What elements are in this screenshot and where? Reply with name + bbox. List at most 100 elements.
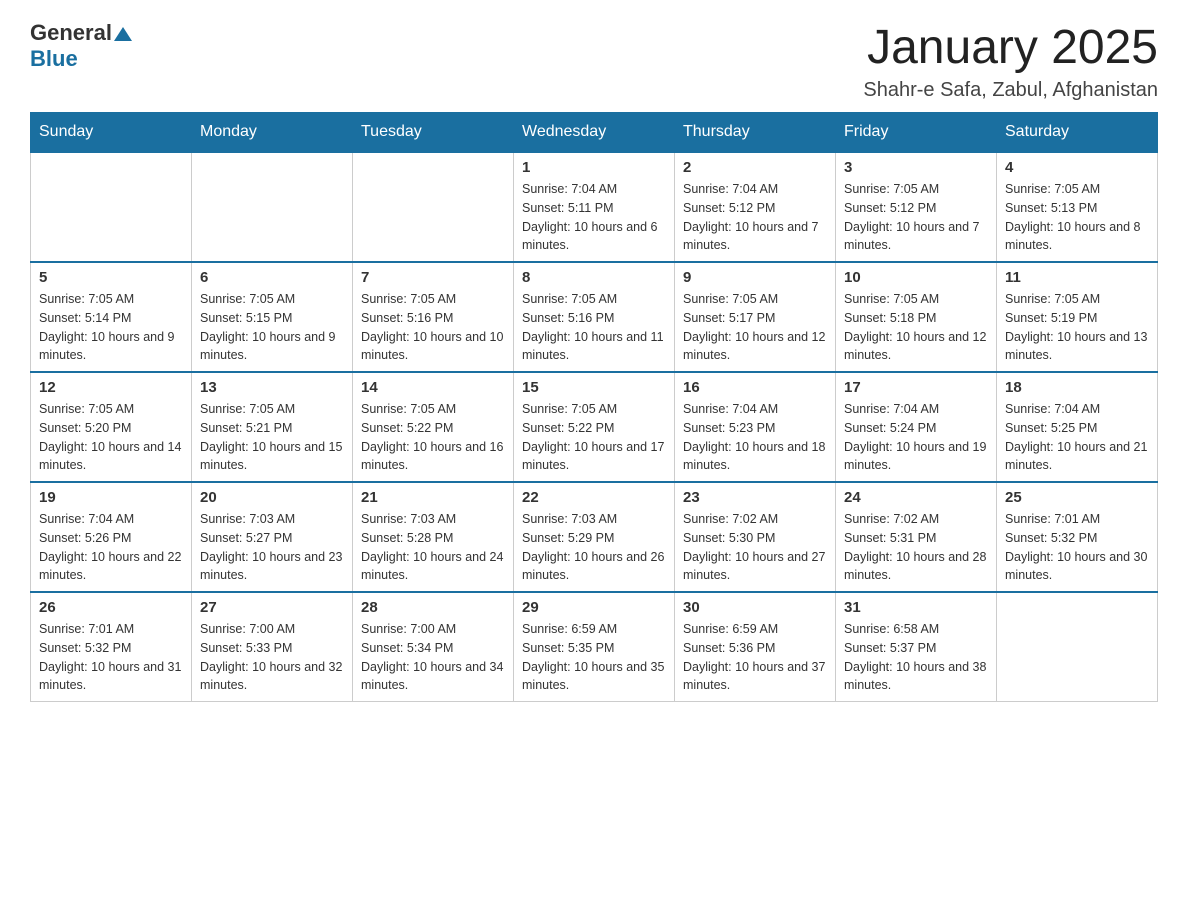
day-number: 22 <box>522 489 666 506</box>
day-number: 3 <box>844 159 988 176</box>
day-info: Sunrise: 7:05 AM Sunset: 5:18 PM Dayligh… <box>844 290 988 365</box>
week-row-5: 26 Sunrise: 7:01 AM Sunset: 5:32 PM Dayli… <box>31 592 1158 702</box>
calendar-cell: 30Sunrise: 6:59 AM Sunset: 5:36 PM Dayli… <box>675 592 836 702</box>
day-info: Sunrise: 7:05 AM Sunset: 5:12 PM Dayligh… <box>844 180 988 255</box>
calendar-cell: 5 Sunrise: 7:05 AM Sunset: 5:14 PM Daylig… <box>31 262 192 372</box>
day-number: 19 <box>39 489 183 506</box>
calendar-cell: 16 Sunrise: 7:04 AM Sunset: 5:23 PM Dayli… <box>675 372 836 482</box>
header-monday: Monday <box>192 113 353 153</box>
calendar-cell: 9 Sunrise: 7:05 AM Sunset: 5:17 PM Daylig… <box>675 262 836 372</box>
day-info: Sunrise: 7:05 AM Sunset: 5:17 PM Dayligh… <box>683 290 827 365</box>
day-number: 17 <box>844 379 988 396</box>
calendar-cell: 28Sunrise: 7:00 AM Sunset: 5:34 PM Dayli… <box>353 592 514 702</box>
calendar-cell: 25Sunrise: 7:01 AM Sunset: 5:32 PM Dayli… <box>997 482 1158 592</box>
day-info: Sunrise: 7:01 AM Sunset: 5:32 PM Dayligh… <box>39 620 183 695</box>
day-number: 18 <box>1005 379 1149 396</box>
day-number: 2 <box>683 159 827 176</box>
week-row-1: 1 Sunrise: 7:04 AM Sunset: 5:11 PM Daylig… <box>31 152 1158 262</box>
calendar-cell: 14 Sunrise: 7:05 AM Sunset: 5:22 PM Dayli… <box>353 372 514 482</box>
logo-text-general: General <box>30 20 112 46</box>
calendar-table: SundayMondayTuesdayWednesdayThursdayFrid… <box>30 112 1158 702</box>
day-number: 6 <box>200 269 344 286</box>
calendar-cell: 20Sunrise: 7:03 AM Sunset: 5:27 PM Dayli… <box>192 482 353 592</box>
day-info: Sunrise: 7:05 AM Sunset: 5:16 PM Dayligh… <box>522 290 666 365</box>
calendar-cell: 13Sunrise: 7:05 AM Sunset: 5:21 PM Dayli… <box>192 372 353 482</box>
calendar-cell: 12 Sunrise: 7:05 AM Sunset: 5:20 PM Dayli… <box>31 372 192 482</box>
day-number: 31 <box>844 599 988 616</box>
header-thursday: Thursday <box>675 113 836 153</box>
calendar-cell: 31Sunrise: 6:58 AM Sunset: 5:37 PM Dayli… <box>836 592 997 702</box>
day-info: Sunrise: 7:04 AM Sunset: 5:11 PM Dayligh… <box>522 180 666 255</box>
day-number: 4 <box>1005 159 1149 176</box>
calendar-cell: 22Sunrise: 7:03 AM Sunset: 5:29 PM Dayli… <box>514 482 675 592</box>
calendar-cell: 29 Sunrise: 6:59 AM Sunset: 5:35 PM Dayli… <box>514 592 675 702</box>
day-info: Sunrise: 7:03 AM Sunset: 5:28 PM Dayligh… <box>361 510 505 585</box>
day-info: Sunrise: 7:05 AM Sunset: 5:21 PM Dayligh… <box>200 400 344 475</box>
day-number: 25 <box>1005 489 1149 506</box>
day-number: 1 <box>522 159 666 176</box>
logo-text-blue: Blue <box>30 46 132 72</box>
calendar-cell: 3 Sunrise: 7:05 AM Sunset: 5:12 PM Daylig… <box>836 152 997 262</box>
day-info: Sunrise: 7:05 AM Sunset: 5:20 PM Dayligh… <box>39 400 183 475</box>
calendar-cell <box>31 152 192 262</box>
day-info: Sunrise: 7:04 AM Sunset: 5:23 PM Dayligh… <box>683 400 827 475</box>
calendar-cell: 17 Sunrise: 7:04 AM Sunset: 5:24 PM Dayli… <box>836 372 997 482</box>
week-row-2: 5 Sunrise: 7:05 AM Sunset: 5:14 PM Daylig… <box>31 262 1158 372</box>
day-info: Sunrise: 7:05 AM Sunset: 5:13 PM Dayligh… <box>1005 180 1149 255</box>
logo-arrow-icon <box>114 25 132 43</box>
day-number: 15 <box>522 379 666 396</box>
header-sunday: Sunday <box>31 113 192 153</box>
calendar-cell: 18Sunrise: 7:04 AM Sunset: 5:25 PM Dayli… <box>997 372 1158 482</box>
day-number: 8 <box>522 269 666 286</box>
day-info: Sunrise: 7:05 AM Sunset: 5:22 PM Dayligh… <box>361 400 505 475</box>
day-number: 9 <box>683 269 827 286</box>
calendar-header: SundayMondayTuesdayWednesdayThursdayFrid… <box>31 113 1158 153</box>
day-number: 20 <box>200 489 344 506</box>
calendar-body: 1 Sunrise: 7:04 AM Sunset: 5:11 PM Daylig… <box>31 152 1158 702</box>
day-info: Sunrise: 7:05 AM Sunset: 5:16 PM Dayligh… <box>361 290 505 365</box>
day-info: Sunrise: 7:02 AM Sunset: 5:30 PM Dayligh… <box>683 510 827 585</box>
day-info: Sunrise: 6:59 AM Sunset: 5:36 PM Dayligh… <box>683 620 827 695</box>
day-number: 12 <box>39 379 183 396</box>
calendar-cell: 26 Sunrise: 7:01 AM Sunset: 5:32 PM Dayli… <box>31 592 192 702</box>
day-number: 10 <box>844 269 988 286</box>
day-number: 29 <box>522 599 666 616</box>
day-info: Sunrise: 7:00 AM Sunset: 5:33 PM Dayligh… <box>200 620 344 695</box>
calendar-cell: 10 Sunrise: 7:05 AM Sunset: 5:18 PM Dayli… <box>836 262 997 372</box>
day-info: Sunrise: 7:04 AM Sunset: 5:24 PM Dayligh… <box>844 400 988 475</box>
calendar-cell: 23Sunrise: 7:02 AM Sunset: 5:30 PM Dayli… <box>675 482 836 592</box>
day-info: Sunrise: 7:05 AM Sunset: 5:15 PM Dayligh… <box>200 290 344 365</box>
calendar-cell: 27Sunrise: 7:00 AM Sunset: 5:33 PM Dayli… <box>192 592 353 702</box>
calendar-cell: 21Sunrise: 7:03 AM Sunset: 5:28 PM Dayli… <box>353 482 514 592</box>
calendar-cell: 7Sunrise: 7:05 AM Sunset: 5:16 PM Daylig… <box>353 262 514 372</box>
header-friday: Friday <box>836 113 997 153</box>
day-info: Sunrise: 7:04 AM Sunset: 5:26 PM Dayligh… <box>39 510 183 585</box>
calendar-cell: 1 Sunrise: 7:04 AM Sunset: 5:11 PM Daylig… <box>514 152 675 262</box>
day-number: 11 <box>1005 269 1149 286</box>
calendar-cell <box>353 152 514 262</box>
day-number: 24 <box>844 489 988 506</box>
day-info: Sunrise: 7:04 AM Sunset: 5:12 PM Dayligh… <box>683 180 827 255</box>
day-info: Sunrise: 7:05 AM Sunset: 5:22 PM Dayligh… <box>522 400 666 475</box>
calendar-cell <box>997 592 1158 702</box>
day-number: 26 <box>39 599 183 616</box>
week-row-4: 19 Sunrise: 7:04 AM Sunset: 5:26 PM Dayli… <box>31 482 1158 592</box>
calendar-cell: 19 Sunrise: 7:04 AM Sunset: 5:26 PM Dayli… <box>31 482 192 592</box>
calendar-cell <box>192 152 353 262</box>
day-number: 14 <box>361 379 505 396</box>
logo: General Blue <box>30 20 132 72</box>
day-info: Sunrise: 7:05 AM Sunset: 5:19 PM Dayligh… <box>1005 290 1149 365</box>
week-row-3: 12 Sunrise: 7:05 AM Sunset: 5:20 PM Dayli… <box>31 372 1158 482</box>
calendar-subtitle: Shahr-e Safa, Zabul, Afghanistan <box>863 79 1158 102</box>
day-info: Sunrise: 7:05 AM Sunset: 5:14 PM Dayligh… <box>39 290 183 365</box>
day-number: 5 <box>39 269 183 286</box>
header-tuesday: Tuesday <box>353 113 514 153</box>
day-info: Sunrise: 6:59 AM Sunset: 5:35 PM Dayligh… <box>522 620 666 695</box>
header-saturday: Saturday <box>997 113 1158 153</box>
calendar-cell: 6 Sunrise: 7:05 AM Sunset: 5:15 PM Daylig… <box>192 262 353 372</box>
calendar-cell: 11 Sunrise: 7:05 AM Sunset: 5:19 PM Dayli… <box>997 262 1158 372</box>
calendar-cell: 24Sunrise: 7:02 AM Sunset: 5:31 PM Dayli… <box>836 482 997 592</box>
header-row: SundayMondayTuesdayWednesdayThursdayFrid… <box>31 113 1158 153</box>
day-number: 16 <box>683 379 827 396</box>
page-header: General Blue January 2025 Shahr-e Safa, … <box>30 20 1158 102</box>
